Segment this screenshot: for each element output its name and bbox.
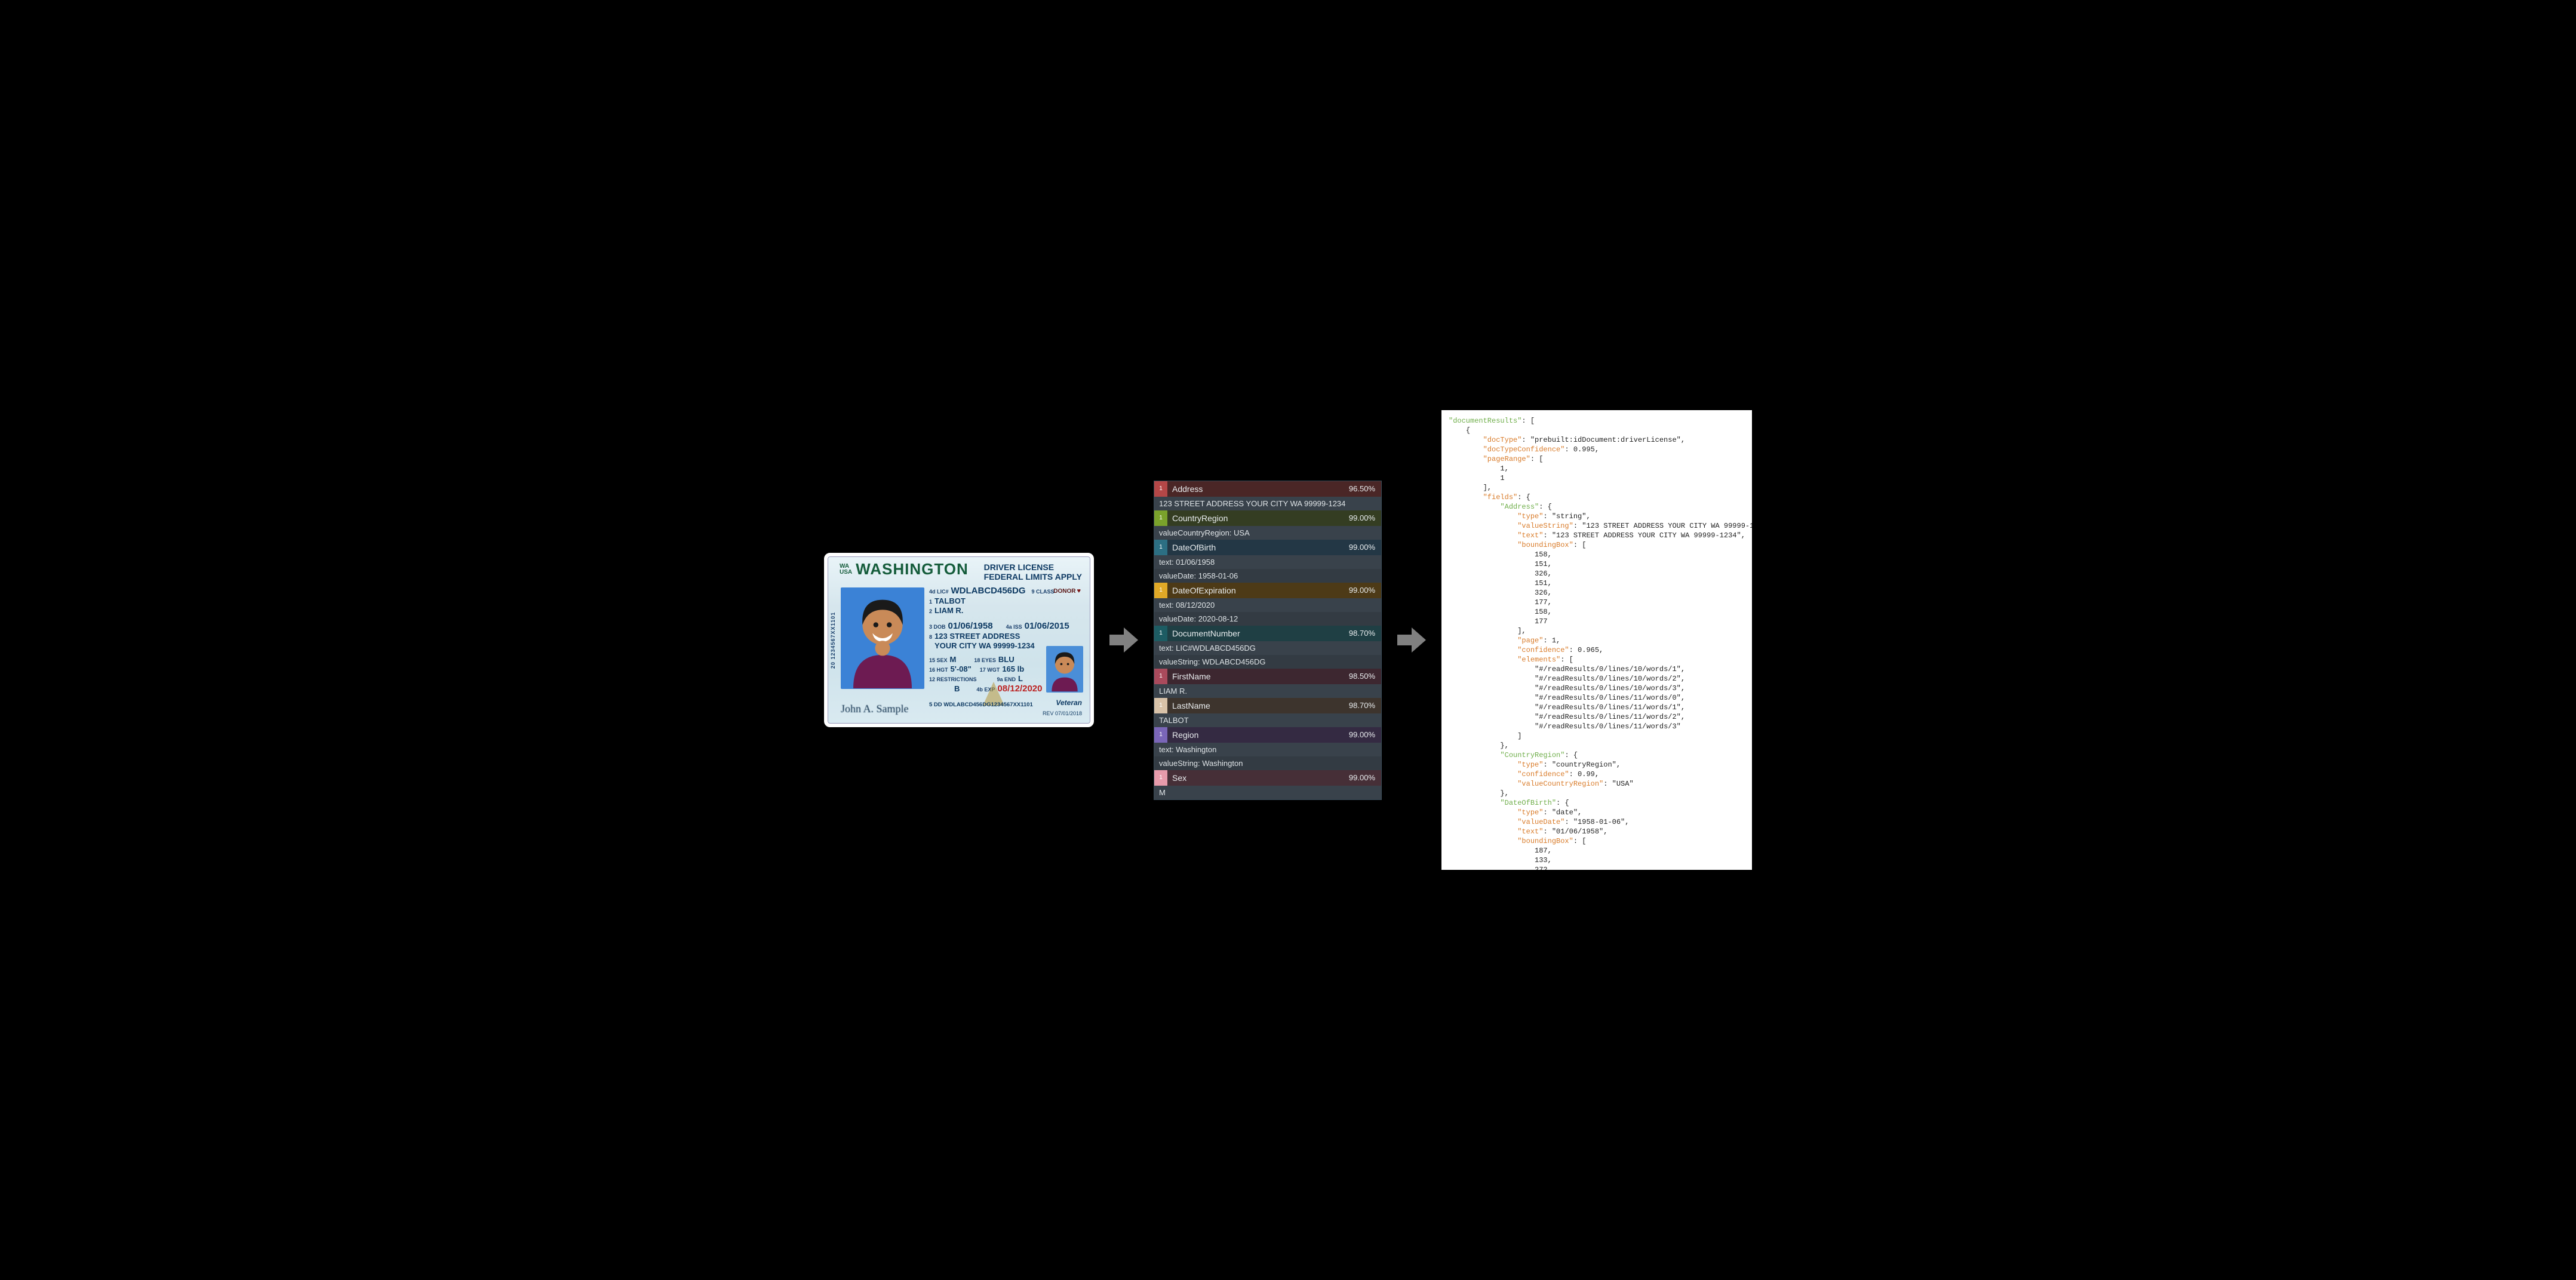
field-doc-badge: 1: [1154, 626, 1167, 641]
field-last-badge: 1: [1154, 698, 1167, 713]
license-veteran: Veteran: [1056, 699, 1082, 707]
eyes-label: 18 EYES: [974, 657, 996, 663]
field-first: 1 FirstName 98.50% LIAM R.: [1154, 669, 1381, 698]
diagram-stage: 20 1234567XX1101 WA USA WASHINGTON DRIVE…: [0, 0, 2576, 1280]
field-doc: 1 DocumentNumber 98.70% text: LIC#WDLABC…: [1154, 626, 1381, 669]
field-exp-badge: 1: [1154, 583, 1167, 598]
field-sex-value: M: [1154, 786, 1381, 799]
field-region: 1 Region 99.00% text: Washington valueSt…: [1154, 727, 1381, 770]
license-usa: USA: [840, 570, 852, 576]
rest-value: B: [954, 684, 960, 693]
license-rev: REV 07/01/2018: [1043, 710, 1082, 716]
hgt-value: 5'-08": [951, 664, 972, 673]
field-doc-conf: 98.70%: [1349, 629, 1375, 638]
lic-label: 4d LIC#: [929, 589, 949, 595]
field-sex-name: Sex: [1172, 773, 1349, 783]
field-region-conf: 99.00%: [1349, 730, 1375, 739]
lic-value: WDLABCD456DG: [951, 586, 1026, 596]
arrow-2: [1394, 622, 1430, 658]
field-country-conf: 99.00%: [1349, 513, 1375, 522]
fields-panel: 1 Address 96.50% 123 STREET ADDRESS YOUR…: [1154, 481, 1382, 800]
field-sex-badge: 1: [1154, 770, 1167, 786]
field-last-conf: 98.70%: [1349, 701, 1375, 710]
field-address-value: 123 STREET ADDRESS YOUR CITY WA 99999-12…: [1154, 497, 1381, 510]
license-header: WA USA WASHINGTON: [840, 560, 969, 579]
license-card: 20 1234567XX1101 WA USA WASHINGTON DRIVE…: [824, 553, 1094, 727]
license-wa: WA: [840, 564, 852, 570]
field-dob-badge: 1: [1154, 540, 1167, 555]
field-doc-text: text: LIC#WDLABCD456DG: [1154, 641, 1381, 655]
arrow-1: [1106, 622, 1142, 658]
avatar-icon: [841, 587, 924, 689]
iss-value: 01/06/2015: [1025, 621, 1069, 631]
license-state: WASHINGTON: [856, 560, 969, 579]
fn-value: LIAM R.: [935, 606, 963, 615]
license-vertical-code: 20 1234567XX1101: [829, 562, 837, 718]
iss-label: 4a ISS: [1006, 624, 1022, 630]
eyes-value: BLU: [998, 655, 1015, 664]
license-photo: [841, 587, 924, 689]
field-address-name: Address: [1172, 484, 1349, 494]
ln-label: 1: [929, 599, 932, 605]
dob-value: 01/06/1958: [948, 621, 993, 631]
ln-value: TALBOT: [935, 596, 966, 605]
field-first-badge: 1: [1154, 669, 1167, 684]
field-first-value: LIAM R.: [1154, 684, 1381, 698]
wgt-value: 165 lb: [1002, 664, 1024, 673]
field-last-name: LastName: [1172, 701, 1349, 710]
field-address: 1 Address 96.50% 123 STREET ADDRESS YOUR…: [1154, 481, 1381, 510]
field-doc-name: DocumentNumber: [1172, 629, 1349, 638]
license-title-block: DRIVER LICENSE FEDERAL LIMITS APPLY: [984, 562, 1082, 581]
field-region-badge: 1: [1154, 727, 1167, 743]
field-dob-conf: 99.00%: [1349, 543, 1375, 552]
field-address-conf: 96.50%: [1349, 484, 1375, 493]
field-sex-conf: 99.00%: [1349, 773, 1375, 782]
field-sex: 1 Sex 99.00% M: [1154, 770, 1381, 799]
field-dob-value: valueDate: 1958-01-06: [1154, 569, 1381, 583]
field-country-badge: 1: [1154, 510, 1167, 526]
fn-label: 2: [929, 608, 932, 614]
end-value: L: [1018, 674, 1023, 683]
field-country-value: valueCountryRegion: USA: [1154, 526, 1381, 540]
field-last: 1 LastName 98.70% TALBOT: [1154, 698, 1381, 727]
rest-label: 12 RESTRICTIONS: [929, 676, 977, 682]
field-doc-value: valueString: WDLABCD456DG: [1154, 655, 1381, 669]
field-country: 1 CountryRegion 99.00% valueCountryRegio…: [1154, 510, 1381, 540]
field-region-name: Region: [1172, 730, 1349, 740]
field-exp-text: text: 08/12/2020: [1154, 598, 1381, 612]
license-title-1: DRIVER LICENSE: [984, 562, 1082, 572]
sex-label: 15 SEX: [929, 657, 948, 663]
field-country-name: CountryRegion: [1172, 513, 1349, 523]
field-region-value: valueString: Washington: [1154, 756, 1381, 770]
license-dd: 5 DD WDLABCD456DG1234567XX1101: [929, 701, 1033, 708]
field-last-value: TALBOT: [1154, 713, 1381, 727]
field-dob: 1 DateOfBirth 99.00% text: 01/06/1958 va…: [1154, 540, 1381, 583]
license-wa-usa: WA USA: [840, 564, 852, 576]
class-label: 9 CLASS: [1032, 589, 1055, 595]
addr-label: 8: [929, 634, 932, 640]
arrow-right-icon: [1394, 622, 1430, 658]
wgt-label: 17 WGT: [980, 667, 1000, 673]
license-signature: John A. Sample: [841, 703, 909, 715]
field-first-conf: 98.50%: [1349, 672, 1375, 681]
addr2-value: YOUR CITY WA 99999-1234: [935, 641, 1035, 650]
field-exp: 1 DateOfExpiration 99.00% text: 08/12/20…: [1154, 583, 1381, 626]
field-exp-value: valueDate: 2020-08-12: [1154, 612, 1381, 626]
dob-label: 3 DOB: [929, 624, 946, 630]
json-output-panel: "documentResults": [ { "docType": "prebu…: [1441, 410, 1752, 870]
field-dob-name: DateOfBirth: [1172, 543, 1349, 552]
field-dob-text: text: 01/06/1958: [1154, 555, 1381, 569]
license-title-2: FEDERAL LIMITS APPLY: [984, 572, 1082, 581]
addr1-value: 123 STREET ADDRESS: [935, 632, 1020, 641]
hgt-label: 16 HGT: [929, 667, 948, 673]
license-fields: 4d LIC# WDLABCD456DG 9 CLASS 1 TALBOT 2 …: [929, 585, 1084, 694]
field-first-name: FirstName: [1172, 672, 1349, 681]
field-region-text: text: Washington: [1154, 743, 1381, 756]
field-address-badge: 1: [1154, 481, 1167, 497]
license-card-container: 20 1234567XX1101 WA USA WASHINGTON DRIVE…: [824, 553, 1094, 727]
sex-value: M: [950, 655, 957, 664]
arrow-right-icon: [1106, 622, 1142, 658]
field-exp-conf: 99.00%: [1349, 586, 1375, 595]
field-exp-name: DateOfExpiration: [1172, 586, 1349, 595]
